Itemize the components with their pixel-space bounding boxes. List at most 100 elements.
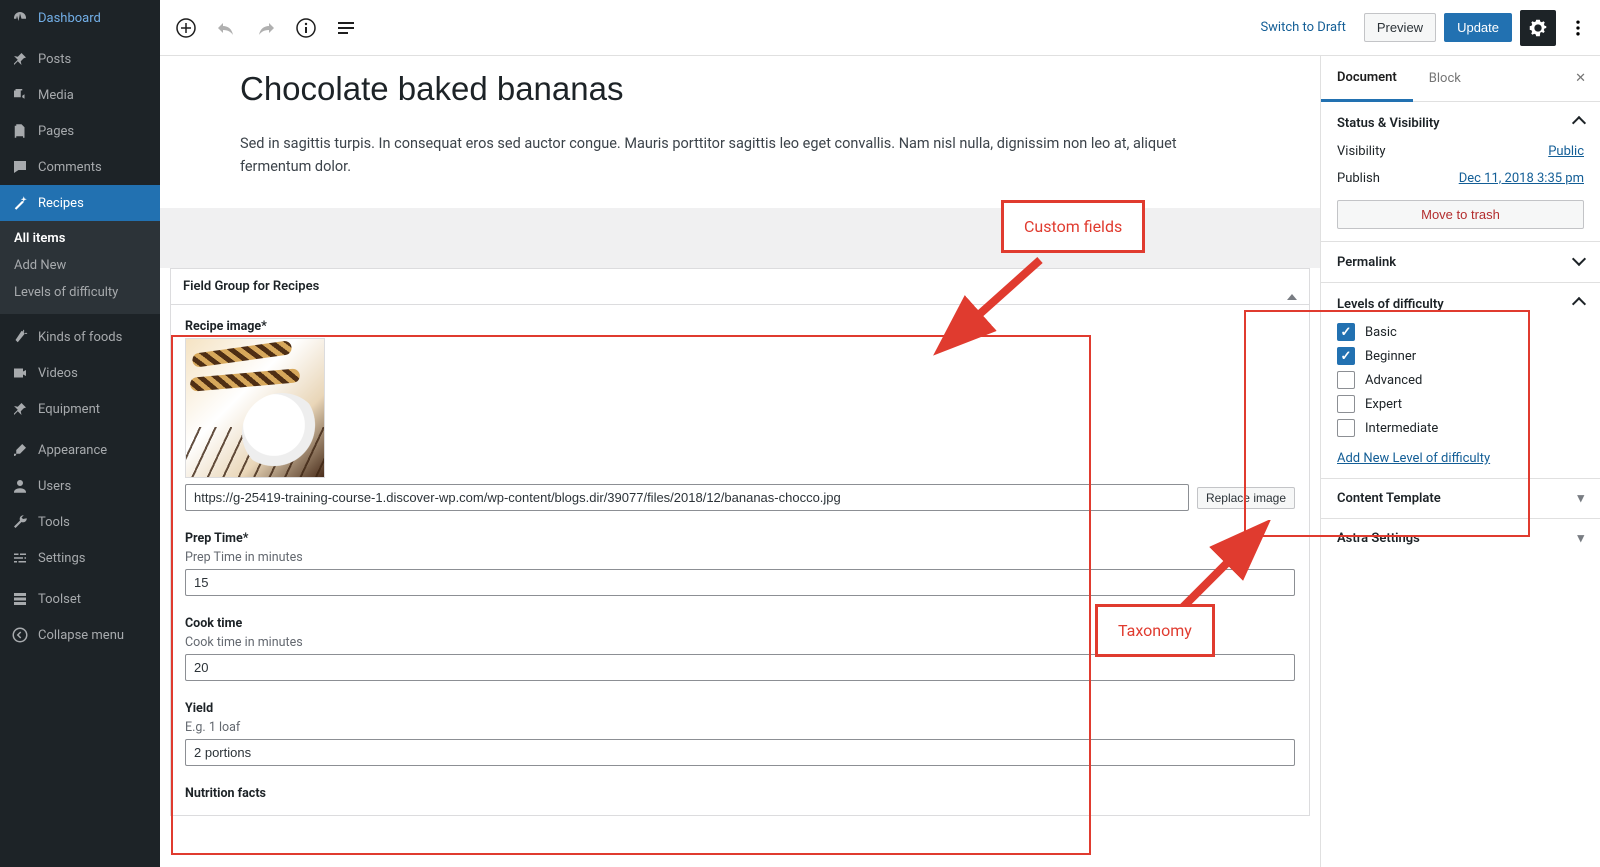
sidebar-item-kinds[interactable]: Kinds of foods — [0, 319, 160, 355]
switch-to-draft-button[interactable]: Switch to Draft — [1250, 14, 1355, 41]
callout-custom-fields: Custom fields — [1001, 200, 1145, 253]
sidebar-label: Collapse menu — [38, 628, 124, 643]
label-prep-time: Prep Time* — [185, 531, 1295, 546]
panel-levels: Levels of difficulty Basic Beginner Adva… — [1321, 283, 1600, 479]
sidebar-item-posts[interactable]: Posts — [0, 41, 160, 77]
hint-prep-time: Prep Time in minutes — [185, 550, 1295, 565]
video-icon — [10, 363, 30, 383]
recipe-image-url-input[interactable] — [185, 484, 1189, 511]
sidebar-item-toolset[interactable]: Toolset — [0, 581, 160, 617]
pages-icon — [10, 121, 30, 141]
callout-taxonomy: Taxonomy — [1095, 604, 1215, 657]
spacer-band — [160, 208, 1320, 268]
info-button[interactable] — [288, 10, 324, 46]
comments-icon — [10, 157, 30, 177]
sliders-icon — [10, 548, 30, 568]
check-expert[interactable] — [1337, 395, 1355, 413]
sidebar-label: Comments — [38, 160, 102, 175]
panel-content-template[interactable]: Content Template ▾ — [1321, 479, 1600, 519]
editor-canvas[interactable]: Chocolate baked bananas Sed in sagittis … — [160, 56, 1320, 867]
chk-label: Basic — [1365, 325, 1397, 340]
sidebar-item-videos[interactable]: Videos — [0, 355, 160, 391]
panel-title: Astra Settings — [1337, 531, 1420, 546]
metabox-toggle[interactable] — [1287, 279, 1297, 294]
sidebar-label: Posts — [38, 52, 71, 67]
carrot-icon — [10, 327, 30, 347]
chk-label: Advanced — [1365, 373, 1422, 388]
sidebar-item-recipes[interactable]: Recipes — [0, 185, 160, 221]
panel-astra[interactable]: Astra Settings ▾ — [1321, 519, 1600, 558]
cook-time-input[interactable] — [185, 654, 1295, 681]
panel-header-status[interactable]: Status & Visibility — [1337, 114, 1584, 132]
settings-gear-button[interactable] — [1520, 10, 1556, 46]
sidebar-submenu: All items Add New Levels of difficulty — [0, 221, 160, 314]
sub-levels[interactable]: Levels of difficulty — [0, 279, 160, 306]
metabox-field-group: Field Group for Recipes Recipe image* — [170, 268, 1310, 816]
label-publish: Publish — [1337, 171, 1380, 186]
sub-add-new[interactable]: Add New — [0, 252, 160, 279]
sidebar-label: Videos — [38, 366, 78, 381]
visibility-value-link[interactable]: Public — [1548, 144, 1584, 159]
redo-button[interactable] — [248, 10, 284, 46]
pin-icon — [10, 49, 30, 69]
recipe-image-thumb[interactable] — [185, 338, 325, 478]
sidebar-label: Dashboard — [38, 11, 101, 26]
more-menu-button[interactable] — [1564, 10, 1592, 46]
panel-title: Status & Visibility — [1337, 116, 1440, 131]
move-to-trash-button[interactable]: Move to trash — [1337, 200, 1584, 229]
post-paragraph[interactable]: Sed in sagittis turpis. In consequat ero… — [240, 132, 1180, 178]
label-nutrition: Nutrition facts — [185, 786, 1295, 801]
yield-input[interactable] — [185, 739, 1295, 766]
check-advanced[interactable] — [1337, 371, 1355, 389]
tab-document[interactable]: Document — [1321, 56, 1413, 102]
publish-date-link[interactable]: Dec 11, 2018 3:35 pm — [1459, 171, 1584, 186]
chk-label: Expert — [1365, 397, 1402, 412]
sidebar-item-appearance[interactable]: Appearance — [0, 432, 160, 468]
dashboard-icon — [10, 8, 30, 28]
sidebar-item-pages[interactable]: Pages — [0, 113, 160, 149]
sidebar-item-users[interactable]: Users — [0, 468, 160, 504]
sub-all-items[interactable]: All items — [0, 225, 160, 252]
metabox-header[interactable]: Field Group for Recipes — [171, 269, 1309, 305]
sidebar-item-tools[interactable]: Tools — [0, 504, 160, 540]
panel-title: Levels of difficulty — [1337, 297, 1444, 312]
panel-permalink[interactable]: Permalink — [1321, 242, 1600, 283]
label-recipe-image: Recipe image* — [185, 319, 1295, 334]
add-block-button[interactable] — [168, 10, 204, 46]
check-basic[interactable] — [1337, 323, 1355, 341]
sidebar-item-media[interactable]: Media — [0, 77, 160, 113]
hint-yield: E.g. 1 loaf — [185, 720, 1295, 735]
sidebar-item-settings[interactable]: Settings — [0, 540, 160, 576]
label-yield: Yield — [185, 701, 1295, 716]
undo-button[interactable] — [208, 10, 244, 46]
tab-block[interactable]: Block — [1413, 57, 1477, 100]
toolset-icon — [10, 589, 30, 609]
sidebar-label: Pages — [38, 124, 74, 139]
sidebar-item-collapse[interactable]: Collapse menu — [0, 617, 160, 653]
close-icon[interactable]: ✕ — [1561, 71, 1600, 86]
sidebar-label: Toolset — [38, 592, 81, 607]
update-button[interactable]: Update — [1444, 13, 1512, 42]
outline-button[interactable] — [328, 10, 364, 46]
sidebar-item-equipment[interactable]: Equipment — [0, 391, 160, 427]
panel-status-visibility: Status & Visibility Visibility Public Pu… — [1321, 102, 1600, 242]
chk-label: Beginner — [1365, 349, 1416, 364]
chk-label: Intermediate — [1365, 421, 1438, 436]
preview-button[interactable]: Preview — [1364, 13, 1436, 42]
panel-header-levels[interactable]: Levels of difficulty — [1337, 295, 1584, 313]
label-visibility: Visibility — [1337, 144, 1386, 159]
add-new-level-link[interactable]: Add New Level of difficulty — [1337, 451, 1490, 466]
post-title[interactable]: Chocolate baked bananas — [240, 70, 1260, 108]
sidebar-label: Kinds of foods — [38, 330, 122, 345]
sidebar-item-comments[interactable]: Comments — [0, 149, 160, 185]
settings-panel: Document Block ✕ Status & Visibility Vis… — [1320, 56, 1600, 867]
editor-toolbar: Switch to Draft Preview Update — [160, 0, 1600, 56]
media-icon — [10, 85, 30, 105]
check-intermediate[interactable] — [1337, 419, 1355, 437]
replace-image-button[interactable]: Replace image — [1197, 487, 1295, 509]
check-beginner[interactable] — [1337, 347, 1355, 365]
sidebar-item-dashboard[interactable]: Dashboard — [0, 0, 160, 36]
sidebar-label: Settings — [38, 551, 85, 566]
sidebar-label: Appearance — [38, 443, 107, 458]
prep-time-input[interactable] — [185, 569, 1295, 596]
